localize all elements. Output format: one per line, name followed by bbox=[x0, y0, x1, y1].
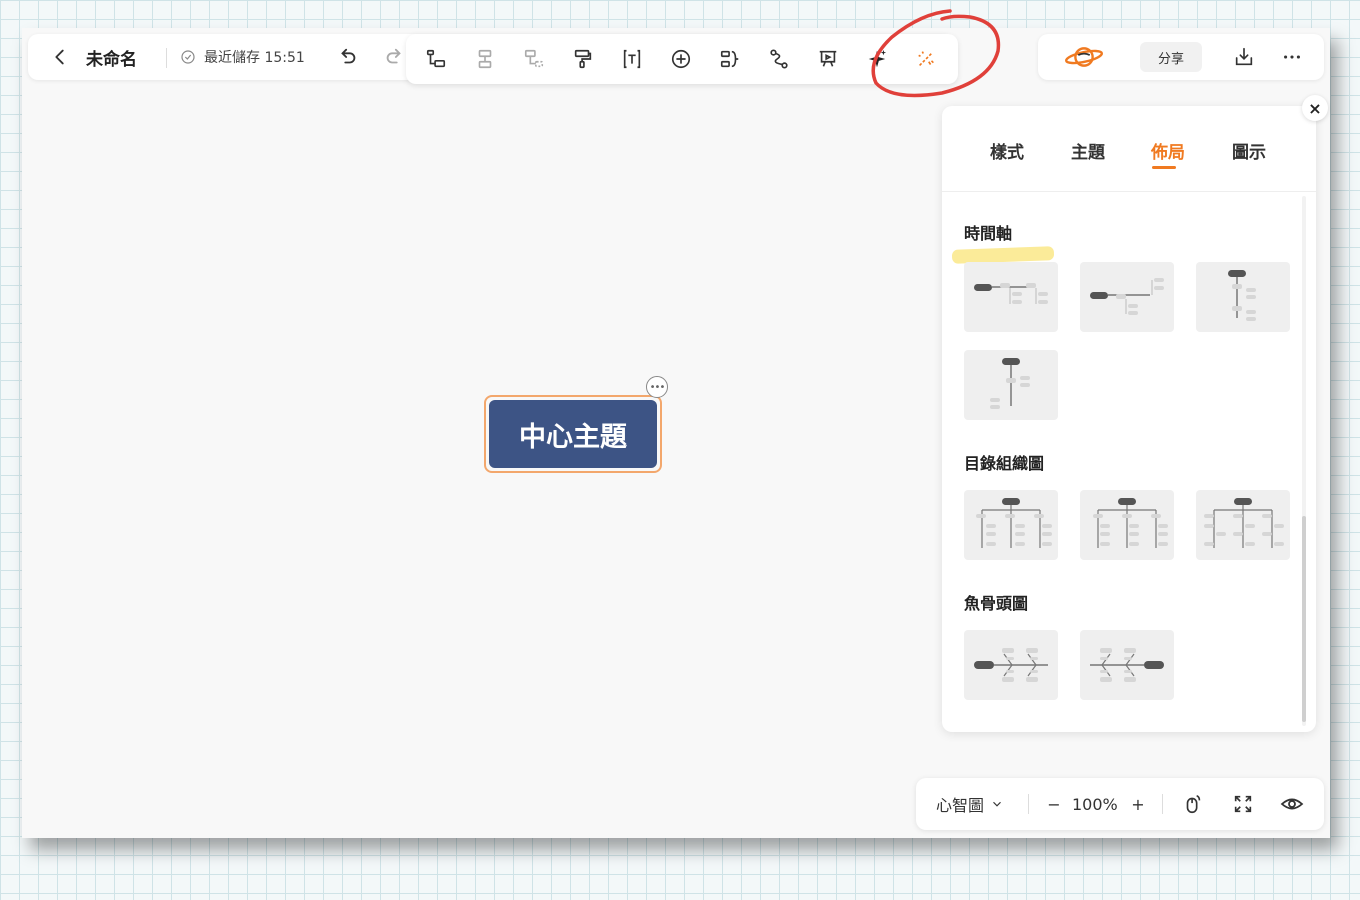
top-toolbar: 未命名 最近儲存 15:51 bbox=[28, 34, 958, 84]
presentation-icon[interactable] bbox=[812, 36, 844, 82]
fullscreen-icon[interactable] bbox=[1232, 778, 1254, 830]
layout-option-timeline-3[interactable] bbox=[1196, 262, 1290, 332]
top-right-toolbar: 分享 bbox=[1038, 34, 1324, 80]
layout-option-timeline-4[interactable] bbox=[964, 350, 1058, 420]
layout-option-timeline-1[interactable] bbox=[964, 262, 1058, 332]
panel-tabs: 樣式 主題 佈局 圖示 bbox=[942, 106, 1316, 192]
panel-close-button[interactable]: × bbox=[1302, 95, 1328, 121]
planet-logo-icon[interactable] bbox=[1060, 34, 1108, 80]
layout-panel: 樣式 主題 佈局 圖示 時間軸 目錄組織圖 魚骨頭圖 bbox=[942, 106, 1316, 732]
tab-style[interactable]: 樣式 bbox=[990, 138, 1024, 163]
bottom-toolbar: 心智圖 − 100% + bbox=[916, 778, 1324, 830]
more-icon[interactable] bbox=[1276, 34, 1308, 80]
tab-icons[interactable]: 圖示 bbox=[1232, 138, 1266, 163]
zoom-level: 100% bbox=[1072, 794, 1118, 814]
central-topic-selection[interactable]: 中心主題 bbox=[484, 395, 662, 473]
divider bbox=[1028, 794, 1029, 814]
layout-option-org-3[interactable] bbox=[1196, 490, 1290, 560]
check-circle-icon bbox=[181, 50, 195, 64]
summary-icon[interactable] bbox=[714, 36, 746, 82]
layout-option-fishbone-1[interactable] bbox=[964, 630, 1058, 700]
panel-scrollbar-thumb[interactable] bbox=[1302, 516, 1306, 722]
section-title-fishbone: 魚骨頭圖 bbox=[964, 594, 1029, 613]
add-child-icon[interactable] bbox=[420, 36, 452, 82]
zoom-out-button[interactable]: − bbox=[1044, 778, 1064, 830]
eye-icon[interactable] bbox=[1280, 778, 1304, 830]
saved-status-text: 最近儲存 15:51 bbox=[204, 50, 305, 66]
mouse-icon[interactable] bbox=[1182, 778, 1204, 830]
add-sibling-icon[interactable] bbox=[469, 36, 501, 82]
download-icon[interactable] bbox=[1228, 34, 1260, 80]
divider bbox=[166, 48, 167, 68]
share-button[interactable]: 分享 bbox=[1140, 42, 1202, 72]
relation-icon[interactable] bbox=[763, 36, 795, 82]
section-title-org-chart: 目錄組織圖 bbox=[964, 454, 1045, 473]
layout-option-org-2[interactable] bbox=[1080, 490, 1174, 560]
central-topic[interactable]: 中心主題 bbox=[489, 400, 657, 468]
tab-layout[interactable]: 佈局 bbox=[1151, 138, 1185, 163]
back-icon[interactable] bbox=[44, 34, 76, 80]
layout-option-fishbone-2[interactable] bbox=[1080, 630, 1174, 700]
section-title-timeline: 時間軸 bbox=[964, 224, 1013, 243]
app-window: 未命名 最近儲存 15:51 分享 中心主題 ••• 樣式 主題 佈局 圖示 時… bbox=[22, 28, 1330, 838]
view-mode-label: 心智圖 bbox=[936, 796, 985, 815]
text-icon[interactable] bbox=[616, 36, 648, 82]
annotation-circle bbox=[871, 9, 1001, 98]
comment-icon[interactable]: ••• bbox=[646, 376, 668, 398]
insert-icon[interactable] bbox=[665, 36, 697, 82]
add-parent-icon[interactable] bbox=[518, 36, 550, 82]
view-mode-select[interactable]: 心智圖 bbox=[936, 778, 1004, 830]
format-painter-icon[interactable] bbox=[567, 36, 599, 82]
chevron-down-icon bbox=[993, 801, 1001, 807]
tab-theme[interactable]: 主題 bbox=[1071, 138, 1105, 163]
document-title[interactable]: 未命名 bbox=[86, 34, 137, 80]
active-tab-indicator bbox=[1152, 166, 1176, 169]
zoom-in-button[interactable]: + bbox=[1128, 778, 1148, 830]
layout-option-timeline-2[interactable] bbox=[1080, 262, 1174, 332]
undo-icon[interactable] bbox=[332, 34, 364, 80]
divider bbox=[1162, 794, 1163, 814]
saved-indicator: 最近儲存 15:51 bbox=[180, 34, 305, 80]
layout-option-org-1[interactable] bbox=[964, 490, 1058, 560]
